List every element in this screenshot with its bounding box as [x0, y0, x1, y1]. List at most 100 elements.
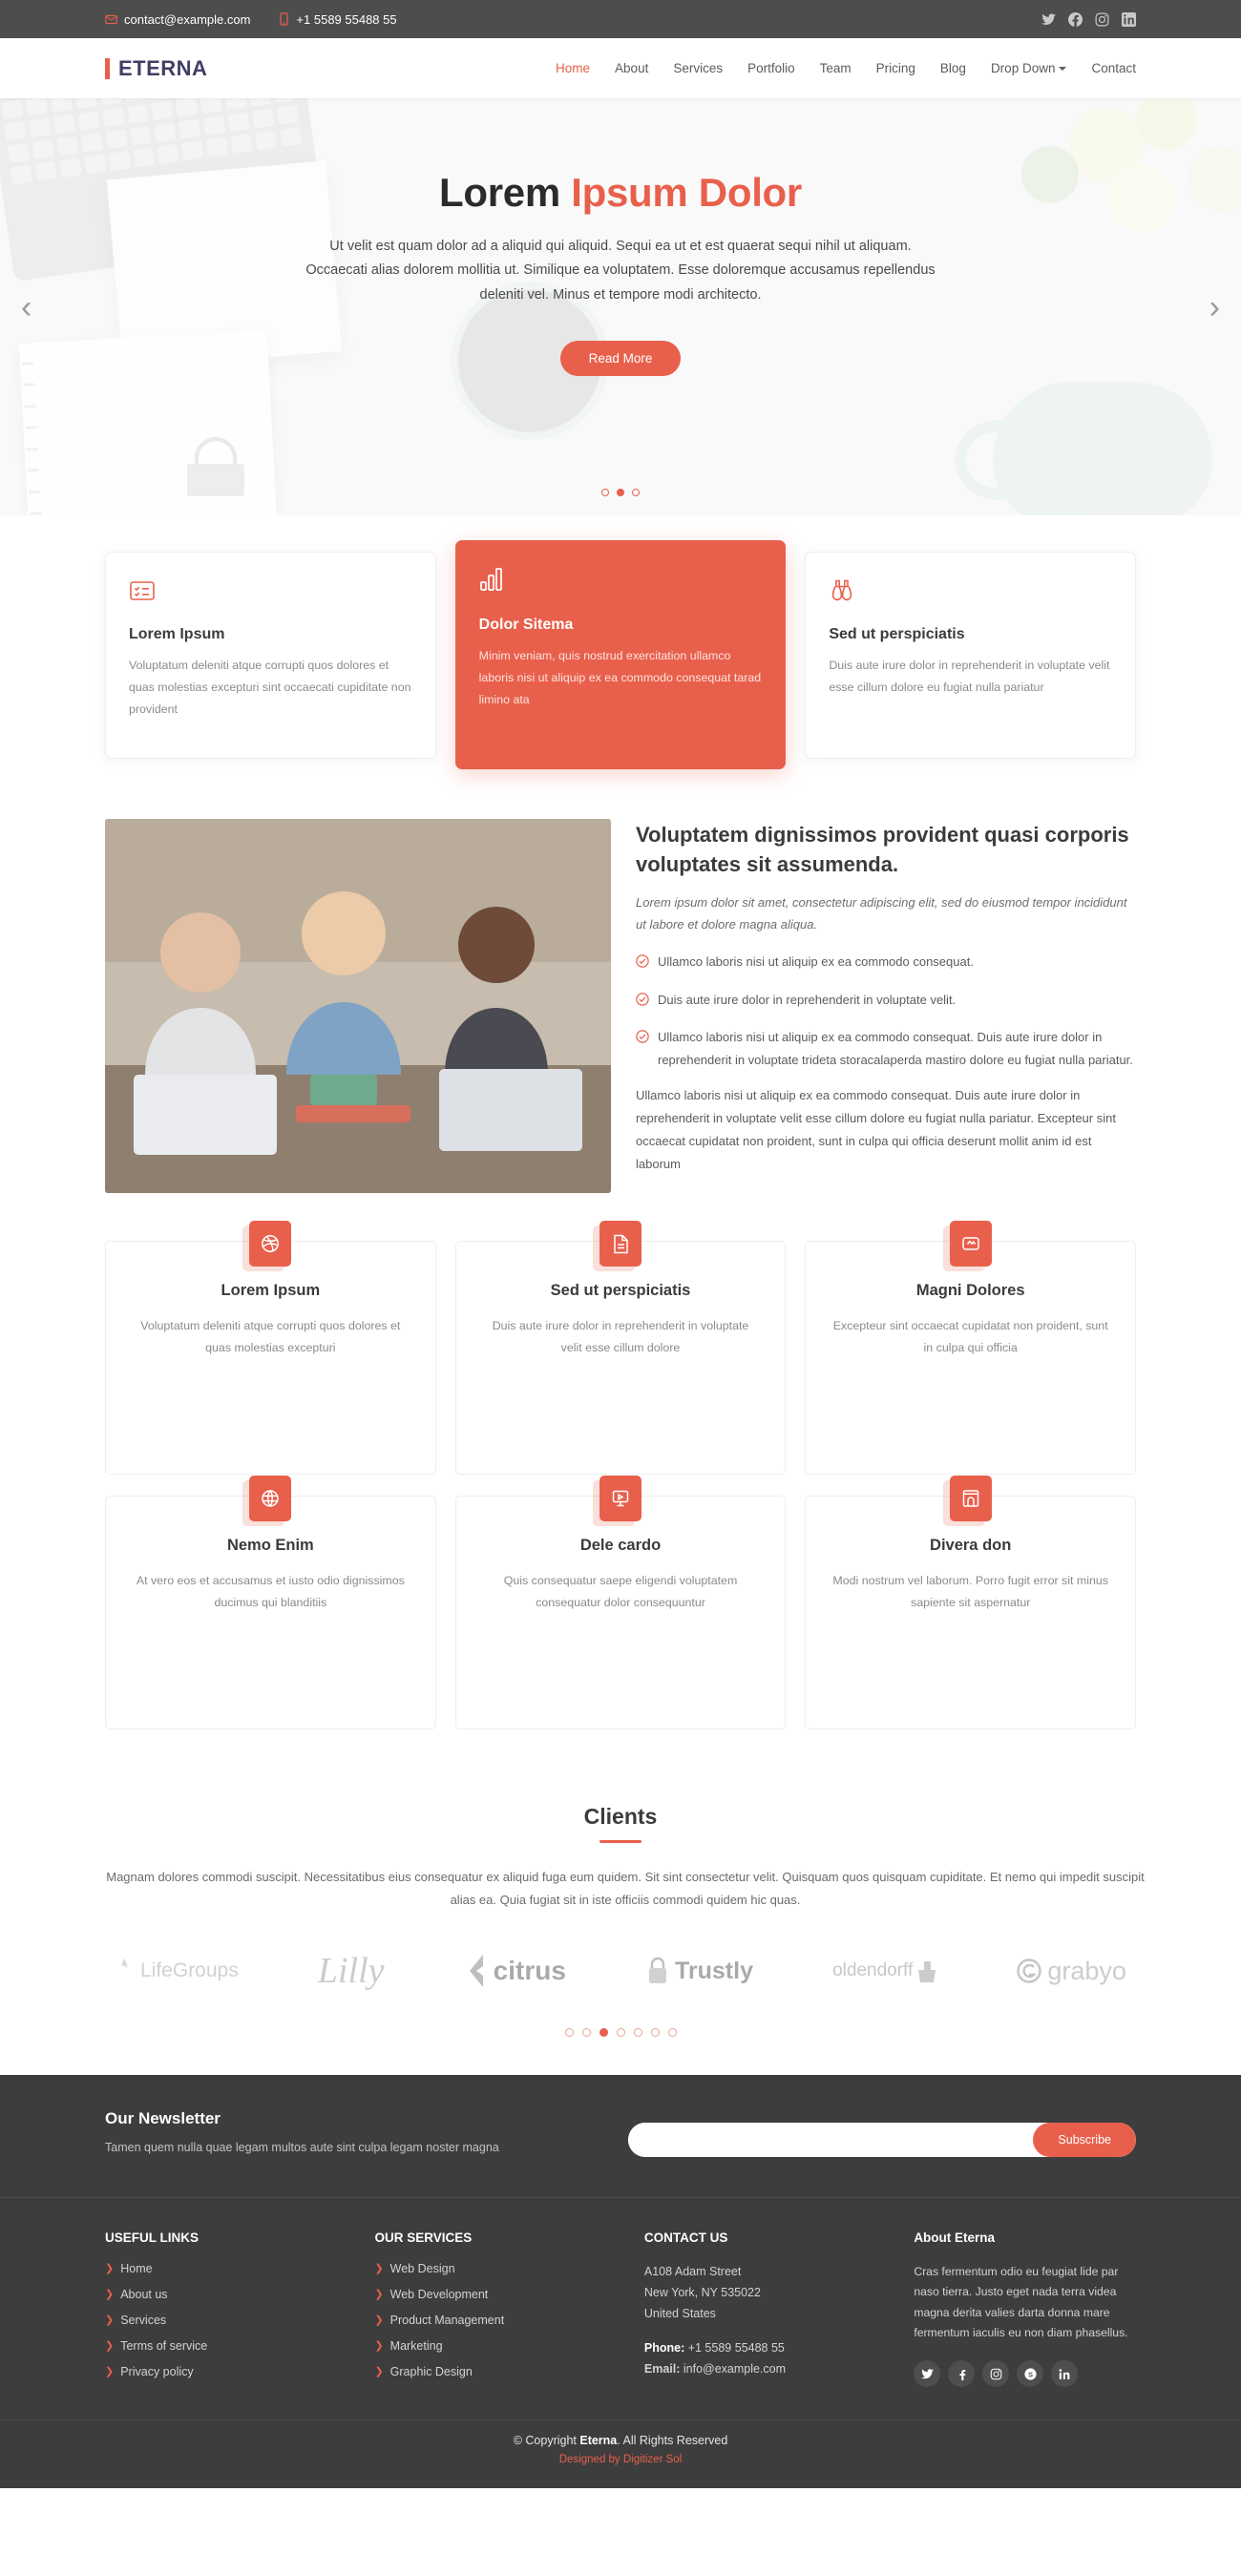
- clients-dot-active[interactable]: [599, 2028, 608, 2038]
- footer-link-item[interactable]: ❯ Terms of service: [105, 2339, 349, 2353]
- newsletter-text: Tamen quem nulla quae legam multos aute …: [105, 2141, 499, 2155]
- twitter-icon[interactable]: [914, 2360, 941, 2388]
- logo-accent-bar: [105, 57, 110, 79]
- instagram-icon[interactable]: [982, 2360, 1010, 2388]
- nav-item-portfolio[interactable]: Portfolio: [747, 61, 795, 75]
- feature-card-lorem-ipsum[interactable]: Lorem Ipsum Voluptatum deleniti atque co…: [105, 552, 436, 759]
- footer-link-item[interactable]: ❯ Home: [105, 2262, 349, 2275]
- service-card-lorem-ipsum[interactable]: Lorem Ipsum Voluptatum deleniti atque co…: [105, 1221, 436, 1475]
- footer-link[interactable]: About us: [120, 2288, 167, 2301]
- linkedin-icon[interactable]: [1122, 11, 1136, 27]
- logo[interactable]: ETERNA: [105, 56, 207, 81]
- feature-card-dolor-sitema[interactable]: Dolor Sitema Minim veniam, quis nostrud …: [454, 540, 787, 769]
- service-card-title: Dele cardo: [579, 1537, 662, 1554]
- footer-link-item[interactable]: ❯ Marketing: [374, 2339, 619, 2353]
- nav-item-contact[interactable]: Contact: [1091, 61, 1136, 75]
- footer-link[interactable]: Web Development: [390, 2288, 489, 2301]
- skype-icon[interactable]: S: [1017, 2360, 1044, 2388]
- footer-link-item[interactable]: ❯ Graphic Design: [374, 2365, 619, 2378]
- hero-body: Ut velit est quam dolor ad a aliquid qui…: [305, 239, 936, 303]
- nav-label: Drop Down: [990, 61, 1056, 75]
- footer-link-item[interactable]: ❯ Web Design: [374, 2262, 619, 2275]
- contact-phone[interactable]: +1 5589 55488 55: [279, 12, 397, 27]
- nav-item-home[interactable]: Home: [556, 61, 590, 75]
- services-row-1: Lorem Ipsum Voluptatum deleniti atque co…: [105, 1221, 1137, 1475]
- designed-by-text: Designed by Digitizer Sol: [0, 2454, 1241, 2465]
- footer-link[interactable]: Services: [120, 2314, 166, 2327]
- footer-link[interactable]: Graphic Design: [390, 2365, 473, 2378]
- about-text: Voluptatem dignissimos provident quasi c…: [636, 819, 1136, 1176]
- contact-email[interactable]: contact@example.com: [105, 12, 250, 27]
- client-logo-text: oldendorff: [832, 1960, 914, 1981]
- main-nav: Home About Services Portfolio Team Prici…: [556, 61, 1136, 75]
- clients-dot[interactable]: [581, 2028, 591, 2038]
- footer-link-item[interactable]: ❯ Web Development: [374, 2288, 619, 2301]
- feature-card-sed-ut-perspiciatis[interactable]: Sed ut perspiciatis Duis aute irure dolo…: [805, 552, 1137, 759]
- top-bar: contact@example.com +1 5589 55488 55: [0, 0, 1241, 38]
- hero-pagination: [0, 489, 1241, 496]
- service-card-magni-dolores[interactable]: Magni Dolores Excepteur sint occaecat cu…: [805, 1221, 1137, 1475]
- service-card-sed-ut-perspiciatis[interactable]: Sed ut perspiciatis Duis aute irure dolo…: [454, 1221, 787, 1475]
- hero-dot[interactable]: [601, 489, 609, 496]
- twitter-icon[interactable]: [1041, 12, 1056, 27]
- facebook-icon[interactable]: [948, 2360, 976, 2388]
- footer-link-item[interactable]: ❯ Product Management: [374, 2314, 619, 2327]
- hero-dot[interactable]: [632, 489, 640, 496]
- footer-link[interactable]: Privacy policy: [120, 2365, 193, 2378]
- newsletter-subscribe-button[interactable]: Subscribe: [1033, 2123, 1136, 2158]
- chevron-right-icon: ❯: [105, 2339, 115, 2352]
- hero-title-accent: Ipsum Dolor: [571, 170, 802, 215]
- footer-phone-value[interactable]: +1 5589 55488 55: [684, 2341, 785, 2355]
- service-card-text: Duis aute irure dolor in reprehenderit i…: [492, 1319, 749, 1354]
- newsletter-copy: Our Newsletter Tamen quem nulla quae leg…: [105, 2109, 499, 2154]
- clients-dot[interactable]: [564, 2028, 574, 2038]
- copyright-pre: © Copyright: [513, 2434, 580, 2448]
- hero-title: Lorem Ipsum Dolor: [0, 170, 1241, 216]
- service-card-title: Sed ut perspiciatis: [550, 1282, 691, 1299]
- footer-link-item[interactable]: ❯ Privacy policy: [105, 2365, 349, 2378]
- footer-email-value[interactable]: info@example.com: [680, 2362, 786, 2376]
- footer-link[interactable]: Marketing: [390, 2339, 443, 2353]
- chevron-right-icon: ❯: [374, 2314, 384, 2326]
- instagram-icon[interactable]: [1095, 12, 1109, 27]
- clients-dot[interactable]: [633, 2028, 642, 2038]
- service-card-text: Modi nostrum vel laborum. Porro fugit er…: [832, 1574, 1108, 1609]
- hero-dot-active[interactable]: [617, 489, 624, 496]
- footer-link[interactable]: Web Design: [390, 2262, 455, 2275]
- footer-link[interactable]: Product Management: [390, 2314, 505, 2327]
- hero-read-more-button[interactable]: Read More: [559, 341, 682, 377]
- service-card-nemo-enim[interactable]: Nemo Enim At vero eos et accusamus et iu…: [105, 1476, 436, 1729]
- tag-icon: [949, 1221, 992, 1267]
- nav-item-pricing[interactable]: Pricing: [876, 61, 915, 75]
- slideshow-icon: [599, 1476, 642, 1521]
- nav-label: Services: [673, 61, 724, 75]
- nav-label: Home: [556, 61, 591, 75]
- service-card-dele-cardo[interactable]: Dele cardo Quis consequatur saepe eligen…: [454, 1476, 787, 1729]
- service-card-divera-don[interactable]: Divera don Modi nostrum vel laborum. Por…: [805, 1476, 1137, 1729]
- footer-link-item[interactable]: ❯ About us: [105, 2288, 349, 2301]
- nav-item-services[interactable]: Services: [673, 61, 723, 75]
- address-line-3: United States: [643, 2306, 716, 2320]
- nav-item-drop-down[interactable]: Drop Down: [991, 61, 1067, 75]
- clients-dot[interactable]: [616, 2028, 625, 2038]
- nav-item-blog[interactable]: Blog: [940, 61, 966, 75]
- hero-prev-arrow[interactable]: ‹: [21, 291, 32, 324]
- footer-link-item[interactable]: ❯ Services: [105, 2314, 349, 2327]
- newsletter-email-input[interactable]: [628, 2123, 1034, 2158]
- linkedin-icon[interactable]: [1051, 2360, 1079, 2388]
- about-lead: Lorem ipsum dolor sit amet, consectetur …: [636, 894, 1127, 932]
- clients-section: Clients Magnam dolores commodi suscipit.…: [0, 1750, 1241, 2075]
- footer-link[interactable]: Terms of service: [120, 2339, 207, 2353]
- nav-item-team[interactable]: Team: [820, 61, 852, 75]
- file-icon: [599, 1221, 642, 1267]
- footer-phone-row: Phone: +1 5589 55488 55: [644, 2338, 889, 2359]
- clients-dot[interactable]: [667, 2028, 677, 2038]
- footer-link[interactable]: Home: [120, 2262, 152, 2275]
- clients-dot[interactable]: [650, 2028, 660, 2038]
- archway-icon: [949, 1476, 992, 1521]
- facebook-icon[interactable]: [1068, 11, 1083, 27]
- nav-item-about[interactable]: About: [615, 61, 648, 75]
- hero-next-arrow[interactable]: ›: [1209, 291, 1220, 324]
- bar-chart-icon: [479, 566, 763, 597]
- designed-by-link[interactable]: Digitizer Sol: [623, 2454, 682, 2465]
